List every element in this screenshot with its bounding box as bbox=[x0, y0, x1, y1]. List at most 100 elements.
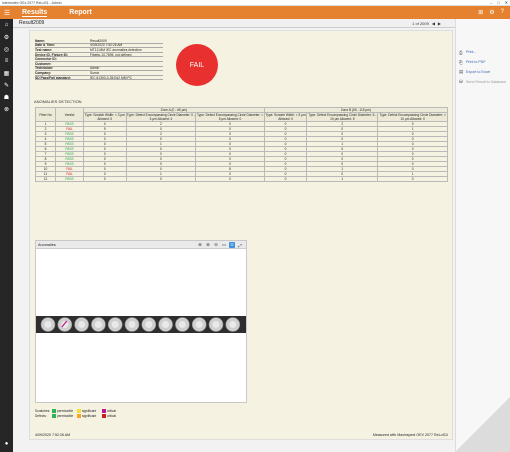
zoom-out-icon[interactable]: ⊖ bbox=[213, 242, 219, 248]
col-header: Type: Defect Encompassing Circle Diamete… bbox=[195, 112, 265, 122]
printer-icon: ⎙ bbox=[459, 49, 463, 55]
fiber-core bbox=[145, 321, 153, 328]
fiber-core bbox=[111, 321, 119, 328]
fiber-core bbox=[162, 321, 170, 328]
legend-text: significant bbox=[82, 408, 97, 413]
wrench-icon[interactable]: ✎ bbox=[0, 79, 13, 91]
table-row: 12 PASS 0 0 0 0 1 0 bbox=[35, 176, 448, 182]
info-key: Test name: bbox=[35, 47, 53, 52]
fiber-core bbox=[78, 321, 86, 328]
info-key: Technician: bbox=[35, 66, 54, 71]
close-button[interactable]: ✕ bbox=[505, 0, 508, 5]
info-row: SD Pass/Fail standard: IEC 61300-3-35:Ed2… bbox=[35, 76, 163, 81]
col-header: Type: Scratch Width: < 3 µm Allowed: 0 bbox=[83, 112, 127, 122]
search-active-icon[interactable]: ⊙ bbox=[229, 242, 235, 248]
left-nav: ⌂ ⚙ ◎ ≡ ▦ ✎ ☗ ⊗ ● bbox=[0, 19, 13, 452]
actions-spacer bbox=[456, 19, 510, 47]
legend-text: permissible bbox=[57, 408, 74, 413]
col-header: Type: Defect Encompassing Circle Diamete… bbox=[377, 112, 448, 122]
screenshot-icon[interactable]: ⊞ bbox=[478, 9, 483, 16]
fiber-strip[interactable] bbox=[36, 316, 246, 333]
settings-icon[interactable]: ⚙ bbox=[489, 9, 494, 16]
table-cell: 0 bbox=[195, 176, 265, 182]
action-label: Send Result to Database bbox=[466, 80, 506, 84]
fiber-core bbox=[178, 321, 186, 328]
legend-text: critical bbox=[107, 408, 117, 413]
legend-swatch bbox=[77, 413, 81, 418]
anomalies-panel: Anomalies ⊕ ⊕ ⊖ ▭ ⊙ ⤢ bbox=[35, 240, 247, 403]
legend-swatch bbox=[52, 408, 56, 413]
table-cell: 0 bbox=[263, 176, 308, 182]
table-cell: 12 bbox=[35, 176, 56, 182]
report-footer: 4/09/2020 7:52:26 AM Measured with Maxin… bbox=[35, 433, 448, 437]
fiber-core bbox=[94, 321, 102, 328]
account-icon[interactable]: ● bbox=[0, 438, 13, 450]
table-cell: 0 bbox=[125, 176, 197, 182]
zoom-in-alt-icon[interactable]: ⊕ bbox=[205, 242, 211, 248]
legend-swatch bbox=[52, 413, 56, 418]
anomalies-table: Fiber No Verdict Zone A (0 - 65 µm) Zone… bbox=[35, 107, 449, 182]
action-pdf[interactable]: ⎘ Print to PDF bbox=[459, 57, 510, 67]
table-cell: 0 bbox=[377, 176, 448, 182]
table-cell: 1 bbox=[306, 176, 379, 182]
info-value: IEC 61300-3-35:Ed2 MM PC bbox=[90, 75, 132, 80]
gear-icon[interactable]: ⚙ bbox=[0, 31, 13, 43]
tab-report[interactable]: Report bbox=[69, 9, 92, 16]
header-verdict: Verdict bbox=[55, 107, 84, 122]
fiber-core bbox=[229, 321, 237, 328]
window-title: Intermotec OEx 2077 ReLoS1 - Admin bbox=[2, 0, 62, 5]
chart-icon[interactable]: ▦ bbox=[0, 67, 13, 79]
menu-icon[interactable]: ☰ bbox=[0, 9, 14, 17]
action-database: ⛁ Send Result to Database bbox=[459, 77, 510, 87]
legend-swatch bbox=[102, 408, 106, 413]
action-label: Print... bbox=[466, 50, 477, 54]
page-fold bbox=[455, 397, 510, 452]
info-value: Sumix bbox=[90, 70, 100, 75]
info-key: Device ID, Fixture ID: bbox=[35, 52, 68, 57]
target-icon[interactable]: ◎ bbox=[0, 43, 13, 55]
info-value: Admin bbox=[90, 66, 100, 71]
app-header: ☰ Results Report ⊞ ⚙ ? bbox=[0, 6, 510, 19]
col-header: Type: Defect Encompassing Circle Diamete… bbox=[125, 112, 197, 122]
list-icon[interactable]: ≡ bbox=[0, 55, 13, 67]
result-title: Result2009 bbox=[19, 20, 45, 26]
page-indicator: 1 of 2009 bbox=[412, 20, 429, 26]
action-label: Export to Excel bbox=[466, 70, 491, 74]
footer-timestamp: 4/09/2020 7:52:26 AM bbox=[35, 433, 71, 437]
minimize-button[interactable]: – bbox=[490, 0, 492, 5]
legend-row: Defects: permissible significant critical bbox=[35, 413, 127, 418]
fiber-core bbox=[212, 321, 220, 328]
action-printer[interactable]: ⎙ Print... bbox=[459, 47, 510, 57]
maximize-button[interactable]: □ bbox=[497, 0, 499, 5]
verdict-badge: FAIL bbox=[176, 44, 218, 86]
info-value: Result2009 bbox=[90, 38, 107, 43]
expand-icon[interactable]: ⤢ bbox=[237, 242, 243, 248]
next-page-icon[interactable]: ▶ bbox=[438, 21, 441, 26]
report-sheet: Name: Result2009 Date & Time: 4/09/2020 7:5… bbox=[29, 30, 453, 440]
info-key: Date & Time: bbox=[35, 43, 56, 48]
actions-panel: ⎙ Print... ⎘ Print to PDF ▤ Export to Excel ⛁ S… bbox=[455, 19, 510, 452]
table-cell: 0 bbox=[83, 176, 127, 182]
action-label: Print to PDF bbox=[466, 60, 486, 64]
stop-icon[interactable]: ⊗ bbox=[0, 103, 13, 115]
info-value: 4/09/2020 7:52:26 AM bbox=[90, 43, 123, 48]
section-title: ANOMALIES DETECTION bbox=[34, 99, 82, 104]
prev-page-icon[interactable]: ◀ bbox=[432, 21, 435, 26]
legend-text: significant bbox=[82, 413, 97, 418]
info-key: Company: bbox=[35, 70, 52, 75]
legend-text: critical bbox=[107, 413, 117, 418]
tab-results[interactable]: Results bbox=[22, 9, 48, 17]
zoom-in-icon[interactable]: ⊕ bbox=[197, 242, 203, 248]
help-icon[interactable]: ? bbox=[501, 9, 504, 16]
action-excel[interactable]: ▤ Export to Excel bbox=[459, 67, 510, 77]
legend-label: Scratches: bbox=[35, 408, 51, 413]
info-key: Customer: bbox=[35, 61, 52, 66]
info-key: SD Pass/Fail standard: bbox=[35, 75, 71, 80]
users-icon[interactable]: ☗ bbox=[0, 91, 13, 103]
pdf-icon: ⎘ bbox=[459, 59, 463, 65]
fit-icon[interactable]: ▭ bbox=[221, 242, 227, 248]
home-icon[interactable]: ⌂ bbox=[0, 19, 13, 31]
info-key: Connector ID: bbox=[35, 57, 57, 62]
fiber-core bbox=[128, 321, 136, 328]
footer-measured: Measured with Maxinspect OEV 2077 ReLoS1… bbox=[372, 433, 448, 437]
